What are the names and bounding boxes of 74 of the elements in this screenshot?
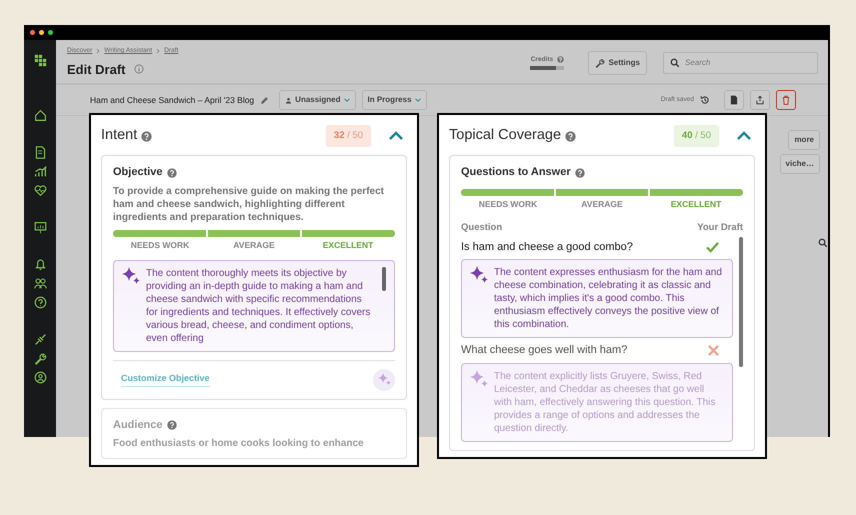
section-title: Questions to Answer (461, 165, 571, 180)
plug-icon[interactable] (34, 333, 46, 346)
help-icon (141, 130, 152, 142)
rating-label: NEEDS WORK (130, 238, 190, 252)
score-badge: 40 / 50 (674, 125, 719, 148)
column-header: Your Draft (697, 220, 743, 234)
rating-label: NEEDS WORK (478, 198, 538, 210)
history-icon (700, 95, 710, 105)
feedback-text: The content explicitly lists Gruyere, Swiss, Red Leicester, and Cheddar as cheeses that go well with ham, effectively answering this question. This provides a range of options and addresses the question directly. (494, 370, 716, 435)
section-title: Audience (113, 418, 163, 432)
search-icon (670, 58, 680, 68)
pencil-icon (260, 96, 270, 104)
chevron-up-icon[interactable] (737, 131, 751, 142)
wrench-icon[interactable] (34, 352, 46, 365)
logo-icon[interactable] (34, 54, 46, 67)
draft-title: Ham and Cheese Sandwich – April '23 Blog (90, 94, 254, 106)
feedback-text: The content thoroughly meets its objective by providing an in-depth guide to making a ham and cheese sandwich with specific recommendations for ingredients and techniques. It effectively covers various bread, cheese, and condiment options, even offering (146, 266, 372, 344)
sparkle-icon (122, 266, 140, 284)
question-text: What cheese goes well with ham? (461, 343, 628, 358)
rating-label: AVERAGE (232, 238, 276, 252)
heart-icon[interactable] (34, 184, 46, 197)
chevron-right-icon (156, 48, 160, 54)
audience-text: Food enthusiasts or home cooks looking to enhance (113, 437, 365, 450)
help-icon (166, 420, 177, 430)
help-icon[interactable] (34, 296, 46, 309)
column-header: Question (461, 220, 502, 234)
presentation-icon[interactable] (34, 221, 46, 234)
help-icon (166, 168, 177, 178)
bell-icon[interactable] (34, 258, 46, 271)
people-icon[interactable] (34, 277, 46, 290)
sparkle-icon (470, 370, 488, 388)
home-icon[interactable] (34, 109, 46, 122)
scrollbar (382, 266, 386, 290)
user-icon[interactable] (34, 371, 46, 384)
caret-icon (414, 98, 421, 102)
question-text: Is ham and cheese a good combo? (461, 240, 633, 255)
document-icon (729, 95, 739, 105)
document-button[interactable] (724, 90, 744, 110)
score-badge: 32 / 50 (326, 125, 371, 148)
settings-button[interactable]: Settings (588, 50, 647, 74)
search-input[interactable]: Search (685, 56, 805, 68)
search-field[interactable]: Search (663, 52, 818, 74)
person-icon (285, 96, 292, 104)
sparkle-icon (470, 266, 488, 284)
search-icon (818, 238, 828, 248)
sparkle-icon (378, 373, 390, 386)
rating-label: EXCELLENT (322, 238, 374, 252)
trash-icon (781, 95, 791, 105)
background-button[interactable]: viche… (780, 154, 820, 174)
chevron-up-icon[interactable] (389, 131, 403, 142)
document-icon[interactable] (34, 146, 46, 159)
status-dropdown[interactable]: In Progress (362, 90, 427, 110)
objective-text: To provide a comprehensive guide on making the perfect ham and cheese sandwich, highlighting different ingredients and preparation techniques. (113, 184, 385, 224)
background-button[interactable]: more (788, 130, 820, 150)
caret-icon (344, 98, 350, 102)
chevron-right-icon (96, 48, 100, 54)
assignee-dropdown[interactable]: Unassigned (279, 90, 356, 110)
rating-label: EXCELLENT (670, 198, 722, 210)
help-icon (574, 168, 585, 178)
page-title: Edit Draft (67, 60, 126, 79)
wrench-icon (595, 58, 606, 68)
rating-label: AVERAGE (580, 198, 624, 210)
panel-title: Topical Coverage (449, 126, 562, 146)
info-icon (134, 64, 144, 74)
panel-title: Intent (101, 126, 138, 146)
help-icon (557, 56, 564, 63)
share-button[interactable] (750, 90, 770, 110)
section-title: Objective (113, 165, 163, 180)
delete-button[interactable] (776, 90, 796, 110)
help-icon (565, 130, 576, 142)
credits-meter (530, 66, 564, 70)
upload-icon (755, 95, 765, 105)
feedback-text: The content expresses enthusiasm for the ham and cheese combination, celebrating it as classic and tasty, which implies it's a good combo. This enthusiasm effectively conveys the positive view of this combination. (494, 266, 723, 332)
chart-icon[interactable] (34, 165, 46, 178)
